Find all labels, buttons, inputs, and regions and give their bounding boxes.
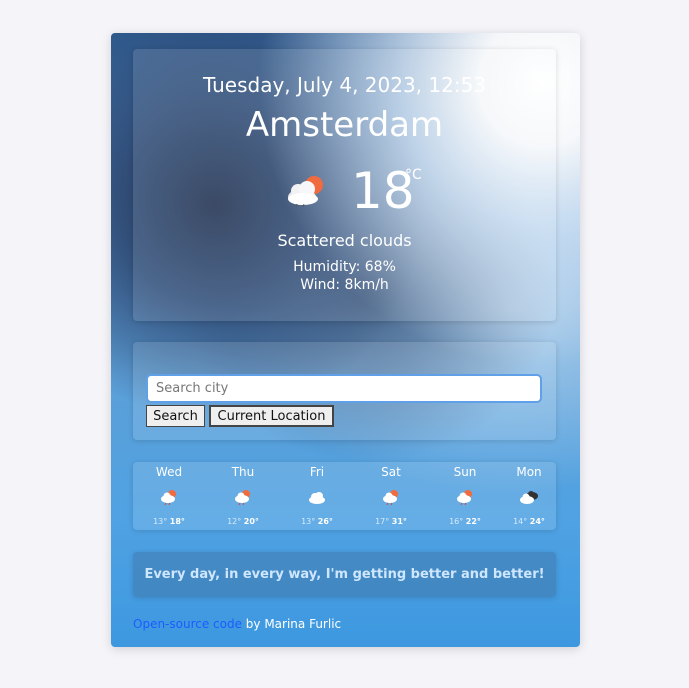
forecast-day: Sun 16° 22° <box>428 462 502 530</box>
forecast-temps: 16° 22° <box>428 517 502 526</box>
footer: Open-source code by Marina Furlic <box>133 617 341 631</box>
forecast-day-name: Thu <box>231 465 255 479</box>
broken-clouds-icon <box>520 491 538 504</box>
forecast-day-name: Mon <box>516 465 542 479</box>
current-location-button[interactable]: Current Location <box>209 405 334 427</box>
forecast-min-temp: 16° <box>449 517 464 526</box>
rain-cloud-icon <box>235 490 250 505</box>
forecast-day-name: Sat <box>381 465 401 479</box>
weather-app: Tuesday, July 4, 2023, 12:53 Amsterdam 1… <box>111 33 580 647</box>
wind-speed: Wind: 8km/h <box>300 277 389 293</box>
search-button[interactable]: Search <box>146 405 205 427</box>
forecast-day: Wed 13° 18° <box>132 462 206 530</box>
forecast-day: Mon 14° 24° <box>492 462 566 530</box>
forecast-day: Fri 13° 26° <box>280 462 354 530</box>
forecast-day-name: Fri <box>309 465 325 479</box>
forecast-day: Thu 12° 20° <box>206 462 280 530</box>
city-name: Amsterdam <box>245 105 444 145</box>
forecast-max-temp: 20° <box>243 517 259 526</box>
search-input[interactable] <box>146 374 542 403</box>
forecast-max-temp: 24° <box>529 517 545 526</box>
temperature-unit: °C <box>405 167 422 183</box>
rain-cloud-icon <box>161 490 176 505</box>
cloud-icon <box>309 492 325 504</box>
quote-text: Every day, in every way, I'm getting bet… <box>144 567 545 582</box>
humidity: Humidity: 68% <box>293 259 396 275</box>
temperature-row: 18 °C <box>133 161 556 221</box>
current-weather-card: Tuesday, July 4, 2023, 12:53 Amsterdam 1… <box>133 49 556 321</box>
source-code-link[interactable]: Open-source code <box>133 617 242 631</box>
footer-author: by Marina Furlic <box>241 617 342 631</box>
forecast-day-name: Sun <box>453 465 477 479</box>
rain-cloud-icon <box>457 490 472 505</box>
current-datetime: Tuesday, July 4, 2023, 12:53 <box>202 73 487 97</box>
forecast-min-temp: 13° <box>301 517 316 526</box>
forecast-max-temp: 26° <box>317 517 333 526</box>
forecast-max-temp: 31° <box>391 517 407 526</box>
forecast-temps: 14° 24° <box>492 517 566 526</box>
forecast-max-temp: 18° <box>169 517 185 526</box>
scattered-clouds-icon <box>288 176 323 207</box>
forecast-min-temp: 13° <box>153 517 168 526</box>
rain-cloud-icon <box>383 490 398 505</box>
forecast-max-temp: 22° <box>465 517 481 526</box>
forecast-day: Sat 17° 31° <box>354 462 428 530</box>
weather-description: Scattered clouds <box>277 231 412 250</box>
forecast-day-name: Wed <box>155 465 183 479</box>
forecast-temps: 17° 31° <box>354 517 428 526</box>
forecast-temps: 12° 20° <box>206 517 280 526</box>
forecast-card: Wed 13° 18° Thu 12° 20° Fri 13° 26° Sat <box>133 462 556 530</box>
forecast-temps: 13° 26° <box>280 517 354 526</box>
forecast-min-temp: 12° <box>227 517 242 526</box>
forecast-min-temp: 17° <box>375 517 390 526</box>
forecast-min-temp: 14° <box>513 517 528 526</box>
quote-banner: Every day, in every way, I'm getting bet… <box>133 552 556 597</box>
search-card: Search Current Location <box>133 342 556 440</box>
forecast-temps: 13° 18° <box>132 517 206 526</box>
